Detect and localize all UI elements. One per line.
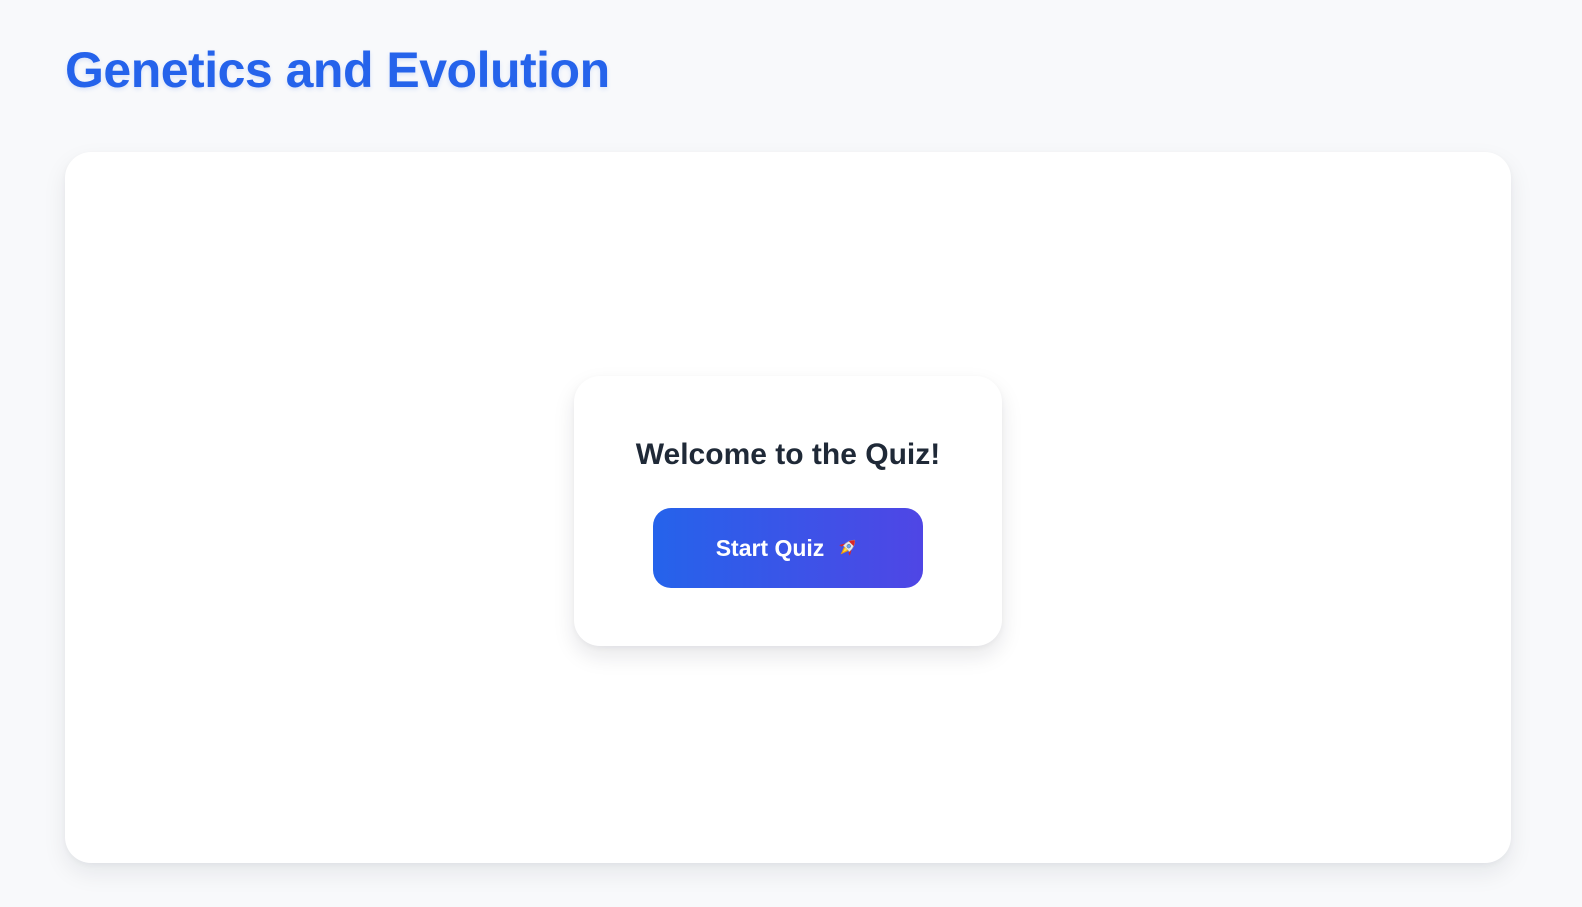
start-quiz-button[interactable]: Start Quiz xyxy=(653,508,923,588)
quiz-panel: Welcome to the Quiz! Start Quiz xyxy=(65,152,1511,863)
welcome-card: Welcome to the Quiz! Start Quiz xyxy=(574,376,1002,646)
start-quiz-label: Start Quiz xyxy=(715,534,825,561)
page-title: Genetics and Evolution xyxy=(65,42,610,98)
rocket-icon xyxy=(834,535,860,561)
welcome-heading: Welcome to the Quiz! xyxy=(635,438,941,471)
